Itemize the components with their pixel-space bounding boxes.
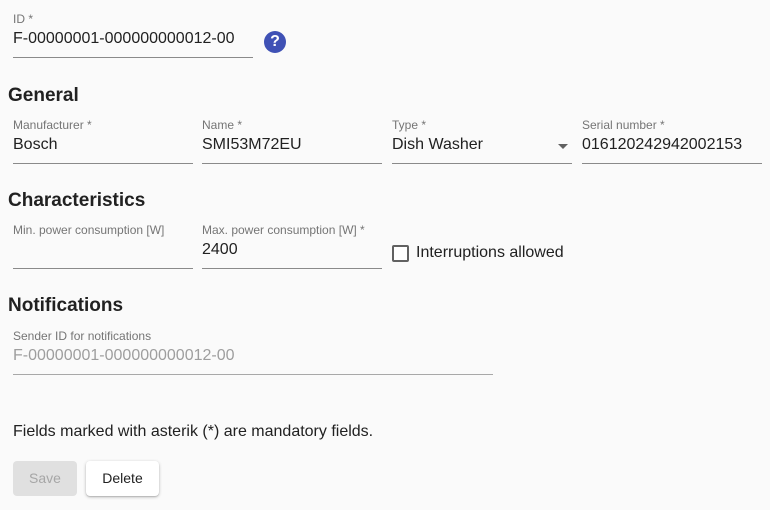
max-power-input[interactable]: 2400 bbox=[202, 241, 238, 259]
manufacturer-label: Manufacturer * bbox=[13, 118, 92, 132]
type-select[interactable]: Type * Dish Washer bbox=[392, 118, 572, 166]
max-power-label: Max. power consumption [W] * bbox=[202, 223, 365, 237]
type-underline bbox=[392, 163, 572, 164]
save-button[interactable]: Save bbox=[13, 461, 77, 496]
serial-input[interactable]: 016120242942002153 bbox=[582, 136, 742, 154]
interruptions-label[interactable]: Interruptions allowed bbox=[416, 244, 564, 262]
min-power-field[interactable]: Min. power consumption [W] bbox=[13, 223, 193, 271]
manufacturer-input[interactable]: Bosch bbox=[13, 136, 57, 154]
id-underline bbox=[13, 57, 253, 58]
sender-id-field: Sender ID for notifications F-00000001-0… bbox=[13, 329, 493, 377]
name-field[interactable]: Name * SMI53M72EU bbox=[202, 118, 382, 166]
id-field[interactable]: ID * F-00000001-000000000012-00 bbox=[13, 12, 253, 60]
mandatory-note: Fields marked with asterik (*) are manda… bbox=[13, 423, 374, 440]
manufacturer-underline bbox=[13, 163, 193, 164]
chevron-down-icon[interactable] bbox=[558, 144, 568, 149]
notifications-heading: Notifications bbox=[8, 295, 124, 316]
min-power-underline bbox=[13, 268, 193, 269]
id-input[interactable]: F-00000001-000000000012-00 bbox=[13, 30, 235, 48]
help-icon[interactable]: ? bbox=[264, 31, 286, 53]
name-input[interactable]: SMI53M72EU bbox=[202, 136, 302, 154]
characteristics-heading: Characteristics bbox=[8, 190, 146, 211]
type-value[interactable]: Dish Washer bbox=[392, 136, 483, 154]
general-heading: General bbox=[8, 85, 79, 106]
max-power-field[interactable]: Max. power consumption [W] * 2400 bbox=[202, 223, 382, 271]
serial-underline bbox=[582, 163, 762, 164]
sender-id-underline bbox=[13, 374, 493, 375]
name-label: Name * bbox=[202, 118, 243, 132]
sender-id-input: F-00000001-000000000012-00 bbox=[13, 347, 235, 364]
id-label: ID * bbox=[13, 12, 34, 26]
name-underline bbox=[202, 163, 382, 164]
sender-id-label: Sender ID for notifications bbox=[13, 329, 152, 343]
interruptions-checkbox[interactable] bbox=[392, 245, 409, 262]
type-label: Type * bbox=[392, 118, 427, 132]
max-power-underline bbox=[202, 268, 382, 269]
manufacturer-field[interactable]: Manufacturer * Bosch bbox=[13, 118, 193, 166]
serial-label: Serial number * bbox=[582, 118, 665, 132]
min-power-label: Min. power consumption [W] bbox=[13, 223, 165, 237]
serial-field[interactable]: Serial number * 016120242942002153 bbox=[582, 118, 762, 166]
delete-button[interactable]: Delete bbox=[86, 461, 159, 496]
